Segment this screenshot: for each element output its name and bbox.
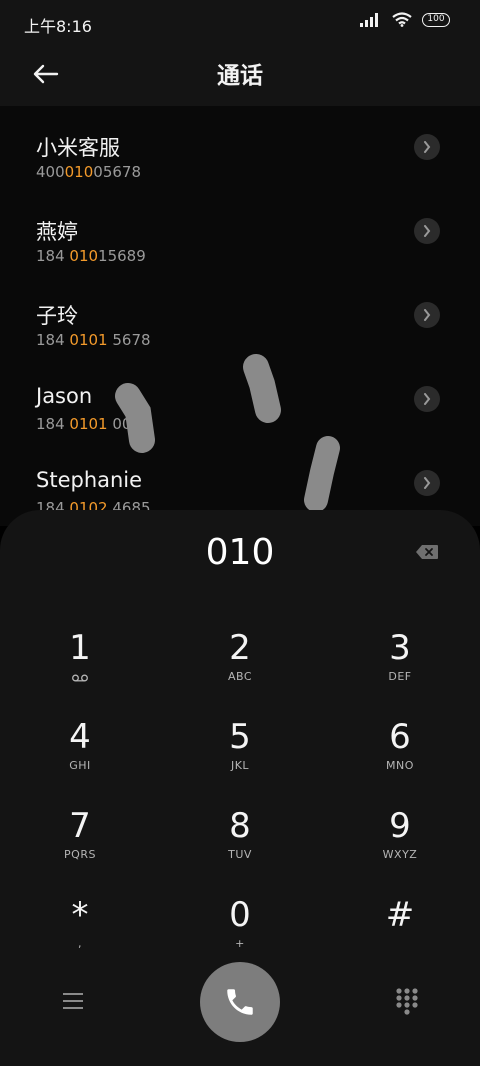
key-5[interactable]: 5 JKL bbox=[180, 703, 300, 783]
key-digit: 2 bbox=[229, 628, 251, 668]
key-digit: 1 bbox=[69, 628, 91, 668]
key-letters: + bbox=[235, 937, 245, 950]
key-letters: WXYZ bbox=[382, 848, 418, 861]
key-9[interactable]: 9 WXYZ bbox=[340, 792, 460, 872]
key-4[interactable]: 4 GHI bbox=[20, 703, 140, 783]
key-digit: 3 bbox=[389, 628, 411, 668]
dialer-panel: 010 1 2 ABC 3 DEF 4 GHI 5 JKL 6 MNO 7 PQ… bbox=[0, 510, 480, 1066]
key-2[interactable]: 2 ABC bbox=[180, 614, 300, 694]
key-letters: GHI bbox=[69, 759, 91, 772]
key-digit: 5 bbox=[229, 717, 251, 757]
voicemail-icon bbox=[72, 674, 88, 682]
key-letters: DEF bbox=[388, 670, 412, 683]
key-letters: PQRS bbox=[64, 848, 96, 861]
menu-button[interactable] bbox=[58, 986, 88, 1016]
key-letters: MNO bbox=[386, 759, 414, 772]
key-digit: * bbox=[71, 895, 89, 935]
backspace-button[interactable] bbox=[414, 540, 440, 564]
key-letters: , bbox=[78, 937, 82, 950]
key-digit: 4 bbox=[69, 717, 91, 757]
key-digit: 7 bbox=[69, 806, 91, 846]
key-0[interactable]: 0 + bbox=[180, 881, 300, 961]
key-1[interactable]: 1 bbox=[20, 614, 140, 694]
phone-icon bbox=[227, 989, 253, 1015]
key-3[interactable]: 3 DEF bbox=[340, 614, 460, 694]
key-digit: 6 bbox=[389, 717, 411, 757]
backspace-icon bbox=[416, 545, 438, 559]
key-digit: 0 bbox=[229, 895, 251, 935]
menu-icon bbox=[63, 1000, 83, 1002]
key-digit: 9 bbox=[389, 806, 411, 846]
key-6[interactable]: 6 MNO bbox=[340, 703, 460, 783]
key-letters: TUV bbox=[228, 848, 252, 861]
key-7[interactable]: 7 PQRS bbox=[20, 792, 140, 872]
key-letters: JKL bbox=[230, 759, 250, 772]
key-hash[interactable]: # bbox=[340, 881, 460, 961]
key-digit: # bbox=[385, 895, 415, 935]
key-8[interactable]: 8 TUV bbox=[180, 792, 300, 872]
key-digit: 8 bbox=[229, 806, 251, 846]
touch-trace-overlay bbox=[115, 354, 340, 512]
menu-icon bbox=[63, 1007, 83, 1009]
call-button[interactable] bbox=[200, 962, 280, 1042]
key-letters: ABC bbox=[227, 670, 253, 683]
menu-icon bbox=[63, 993, 83, 995]
dialed-number: 010 bbox=[205, 532, 275, 573]
key-star[interactable]: * , bbox=[20, 881, 140, 961]
keypad-icon[interactable] bbox=[394, 986, 420, 1016]
